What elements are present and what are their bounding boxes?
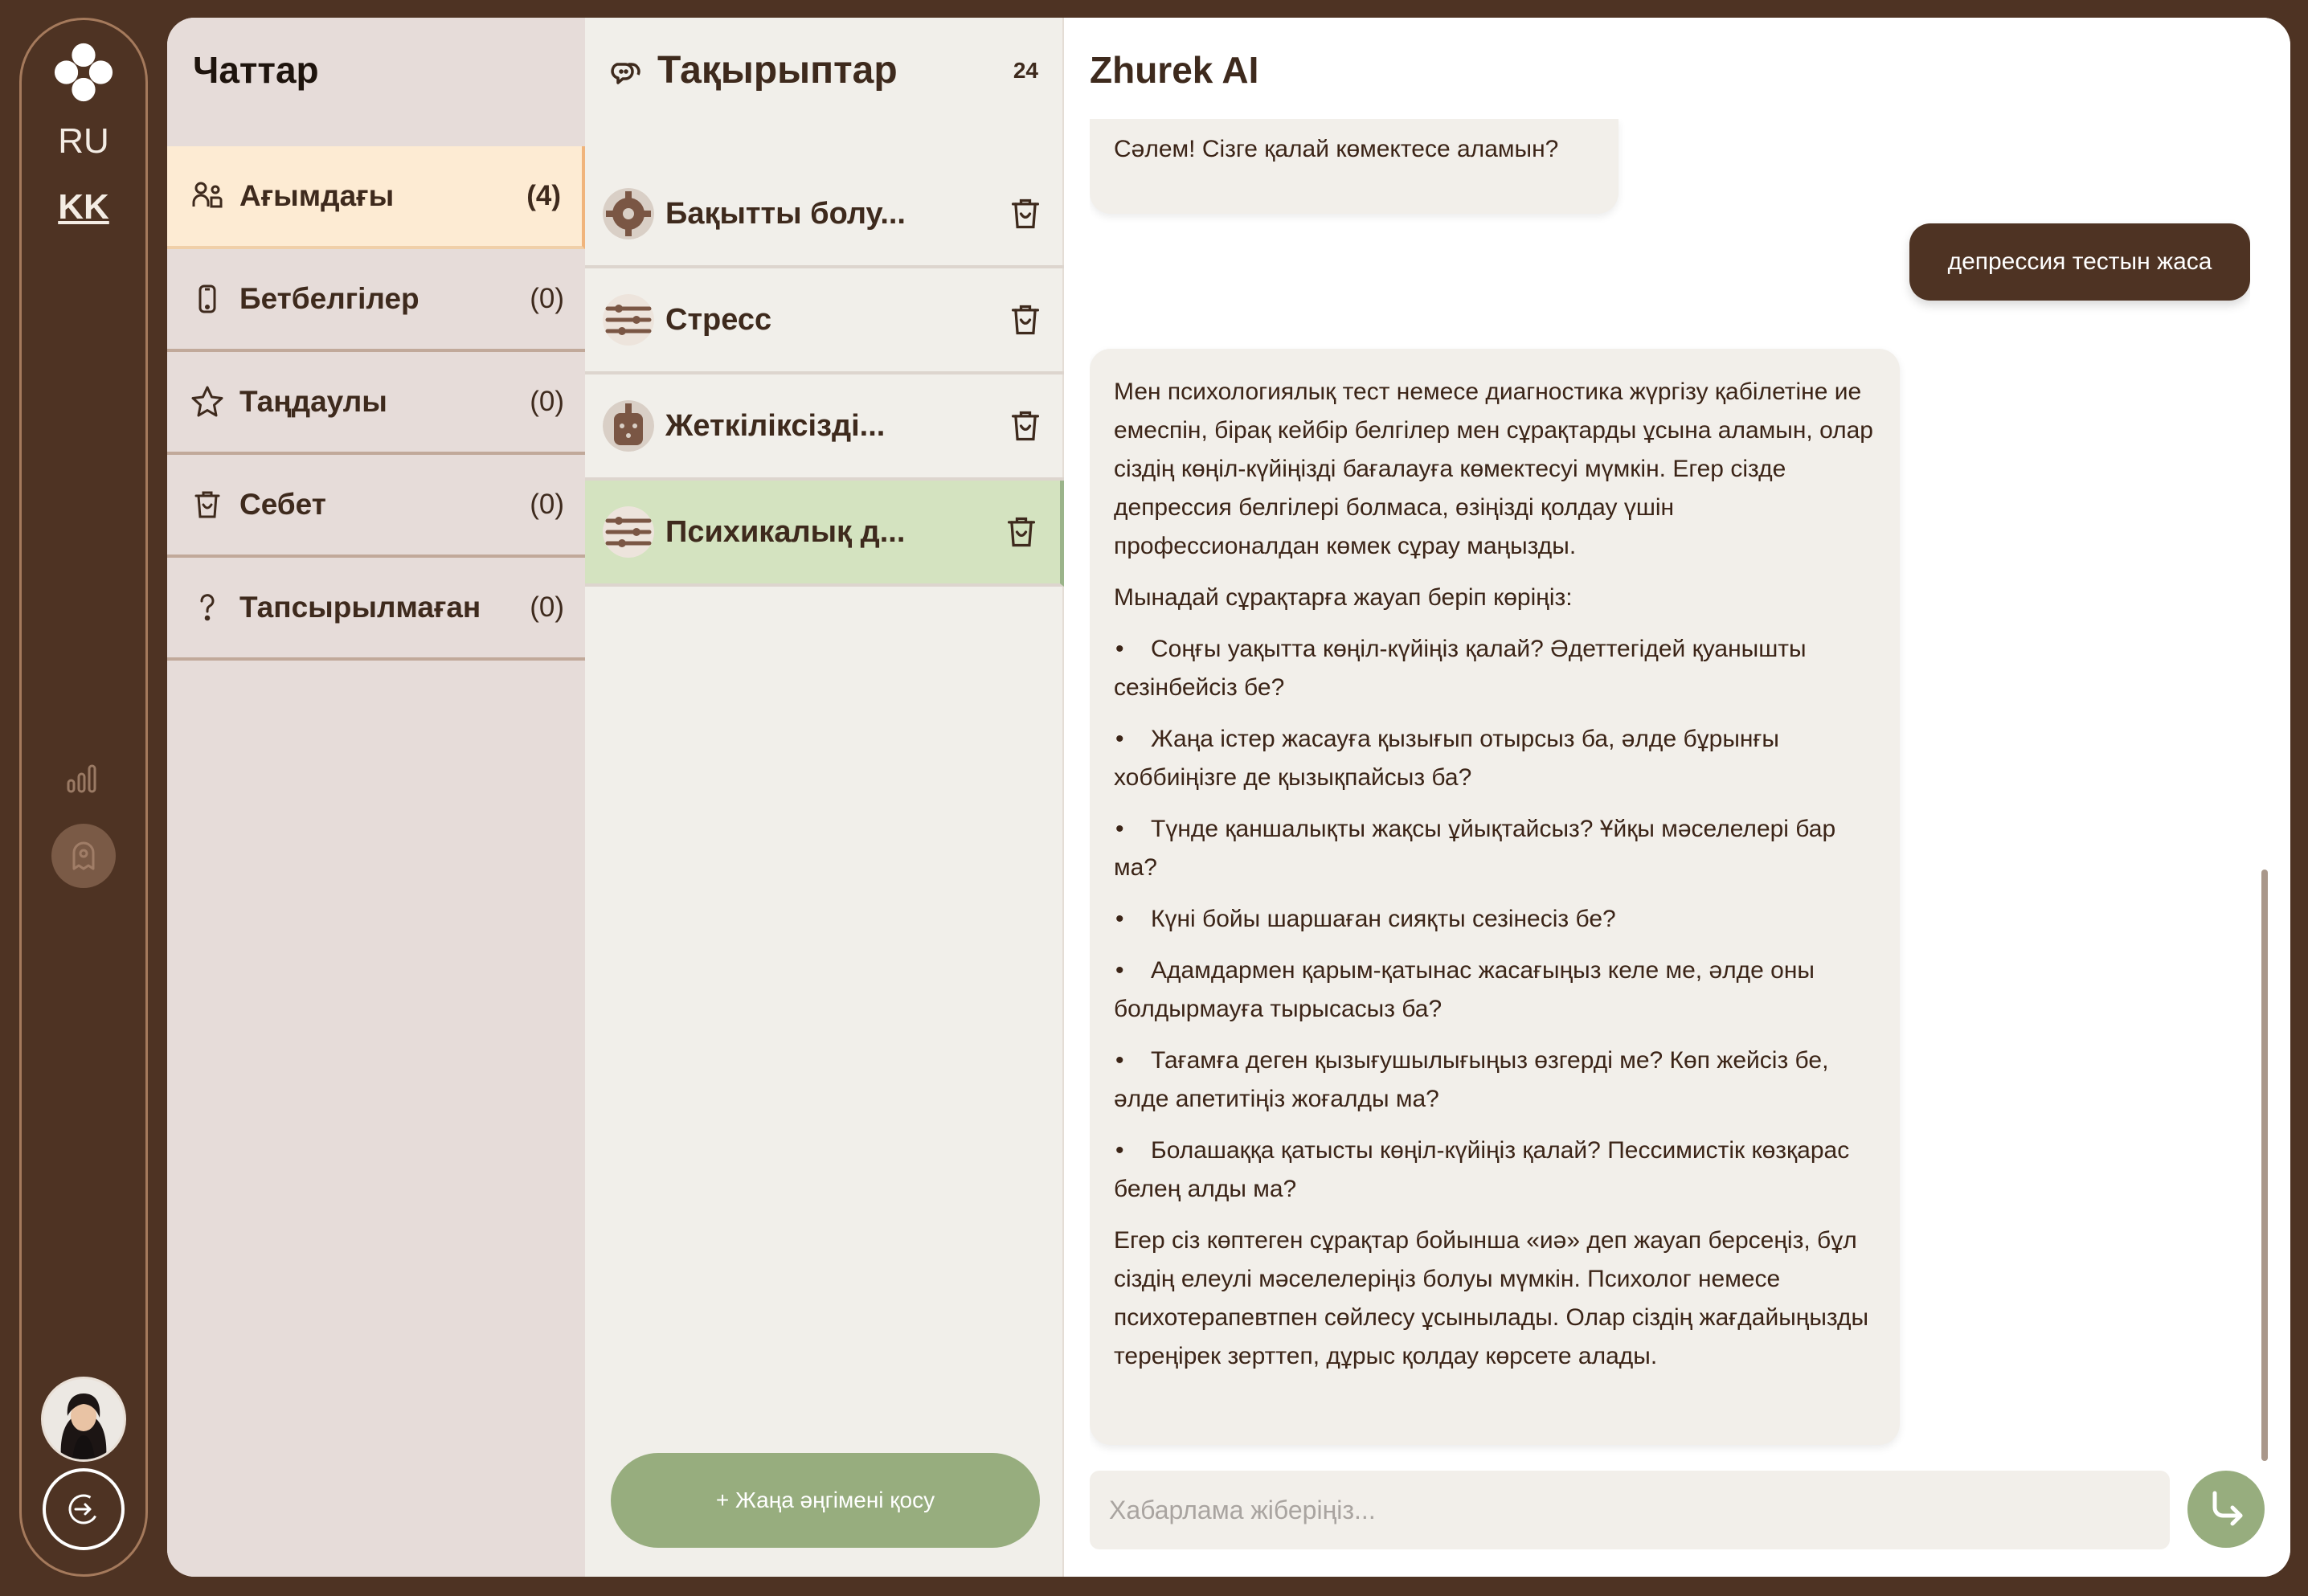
- topic-item[interactable]: Жеткіліксізді...: [585, 374, 1064, 481]
- chats-title: Чаттар: [193, 49, 319, 91]
- trash-icon[interactable]: [1004, 514, 1039, 550]
- message-input[interactable]: [1090, 1471, 2170, 1549]
- chat-bubbles-icon: [611, 62, 640, 84]
- assistant-message: Сәлем! Сізге қалай көмектесе аламын?: [1090, 119, 1618, 214]
- bag-icon: [603, 400, 654, 452]
- topic-item[interactable]: Стресс: [585, 268, 1064, 374]
- sliders-icon: [603, 506, 654, 558]
- trash-icon[interactable]: [1008, 408, 1043, 444]
- category-label: Таңдаулы: [239, 385, 387, 418]
- category-unassigned[interactable]: Тапсырылмаған (0): [167, 558, 585, 661]
- topic-list: Бақытты болу... Стресс Жеткіліксізді... …: [585, 162, 1064, 587]
- sliders-icon: [603, 294, 654, 346]
- user-message: депрессия тестын жаса: [1909, 223, 2250, 301]
- category-count: (0): [530, 386, 564, 417]
- topic-name: Жеткіліксізді...: [665, 408, 886, 443]
- category-label: Тапсырылмаған: [239, 591, 481, 624]
- category-count: (0): [530, 489, 564, 520]
- send-icon: [2212, 1491, 2243, 1526]
- logout-icon: [68, 1494, 99, 1524]
- list-item: Күні бойы шаршаған сияқты сезінесіз бе?: [1114, 900, 1876, 939]
- phone-icon: [190, 281, 225, 317]
- category-count: (0): [530, 283, 564, 314]
- topic-item[interactable]: Бақытты болу...: [585, 162, 1064, 268]
- chat-title: Zhurek AI: [1090, 49, 1259, 91]
- category-favorites[interactable]: Таңдаулы (0): [167, 352, 585, 455]
- user-photo: [43, 1379, 124, 1459]
- logo-icon[interactable]: [52, 41, 115, 104]
- category-trash[interactable]: Себет (0): [167, 455, 585, 558]
- list-item: Болашаққа қатысты көңіл-күйіңіз қалай? П…: [1114, 1132, 1876, 1209]
- topic-name: Психикалық д...: [665, 514, 906, 549]
- topics-header: Тақырыптар 24: [609, 48, 1038, 92]
- category-bookmarks[interactable]: Бетбелгілер (0): [167, 249, 585, 352]
- category-label: Ағымдағы: [239, 179, 395, 212]
- question-list: Соңғы уақытта көңіл-күйіңіз қалай? Әдетт…: [1114, 630, 1876, 1209]
- topic-name: Бақытты болу...: [665, 196, 906, 231]
- chat-panel: Zhurek AI Сәлем! Сізге қалай көмектесе а…: [1064, 18, 2290, 1577]
- trash-icon: [190, 487, 225, 522]
- language-ru[interactable]: RU: [58, 121, 109, 162]
- category-label: Себет: [239, 488, 326, 521]
- reply-intro: Мен психологиялық тест немесе диагностик…: [1114, 379, 1873, 559]
- new-chat-button[interactable]: + Жаңа әңгімені қосу: [611, 1453, 1040, 1548]
- reply-outro: Егер сіз көптеген сұрақтар бойынша «иә» …: [1114, 1227, 1869, 1369]
- category-label: Бетбелгілер: [239, 282, 419, 315]
- category-count: (0): [530, 591, 564, 623]
- language-kk[interactable]: KK: [58, 187, 109, 227]
- trash-icon[interactable]: [1008, 196, 1043, 231]
- list-item: Тағамға деген қызығушылығыңыз өзгерді ме…: [1114, 1041, 1876, 1119]
- chats-panel: Чаттар Ағымдағы (4) Бетбелгілер (0) Таңд…: [167, 18, 585, 1577]
- star-icon: [190, 384, 225, 419]
- send-button[interactable]: [2187, 1471, 2265, 1548]
- reply-lead: Мынадай сұрақтарға жауап беріп көріңіз:: [1114, 584, 1573, 611]
- stats-icon[interactable]: [63, 756, 104, 796]
- list-item: Түнде қаншалықты жақсы ұйықтайсыз? Ұйқы …: [1114, 810, 1876, 887]
- topics-count: 24: [1013, 57, 1038, 83]
- topic-name: Стресс: [665, 302, 772, 337]
- ghost-icon: [72, 841, 95, 870]
- topic-item-active[interactable]: Психикалық д...: [585, 481, 1064, 587]
- trash-icon[interactable]: [1008, 302, 1043, 338]
- logout-button[interactable]: [43, 1468, 125, 1550]
- main-card: Чаттар Ағымдағы (4) Бетбелгілер (0) Таңд…: [167, 18, 2290, 1577]
- help-button[interactable]: [51, 824, 116, 888]
- category-list: Ағымдағы (4) Бетбелгілер (0) Таңдаулы (0…: [167, 146, 585, 661]
- category-current[interactable]: Ағымдағы (4): [167, 146, 585, 249]
- message-list[interactable]: Сәлем! Сізге қалай көмектесе аламын? деп…: [1090, 119, 2250, 1456]
- list-item: Соңғы уақытта көңіл-күйіңіз қалай? Әдетт…: [1114, 630, 1876, 707]
- topics-panel: Тақырыптар 24 Бақытты болу... Стресс Жет…: [585, 18, 1064, 1577]
- list-item: Жаңа істер жасауға қызығып отырсыз ба, ә…: [1114, 720, 1876, 797]
- topics-title: Тақырыптар: [657, 49, 898, 92]
- users-icon: [190, 178, 225, 214]
- list-item: Адамдармен қарым-қатынас жасағыңыз келе …: [1114, 951, 1876, 1029]
- gear-icon: [603, 188, 654, 239]
- question-icon: [190, 590, 225, 625]
- avatar[interactable]: [41, 1377, 126, 1462]
- assistant-message: Мен психологиялық тест немесе диагностик…: [1090, 349, 1900, 1445]
- category-count: (4): [526, 180, 561, 211]
- side-rail: RU KK: [19, 18, 148, 1577]
- scrollbar[interactable]: [2261, 870, 2268, 1461]
